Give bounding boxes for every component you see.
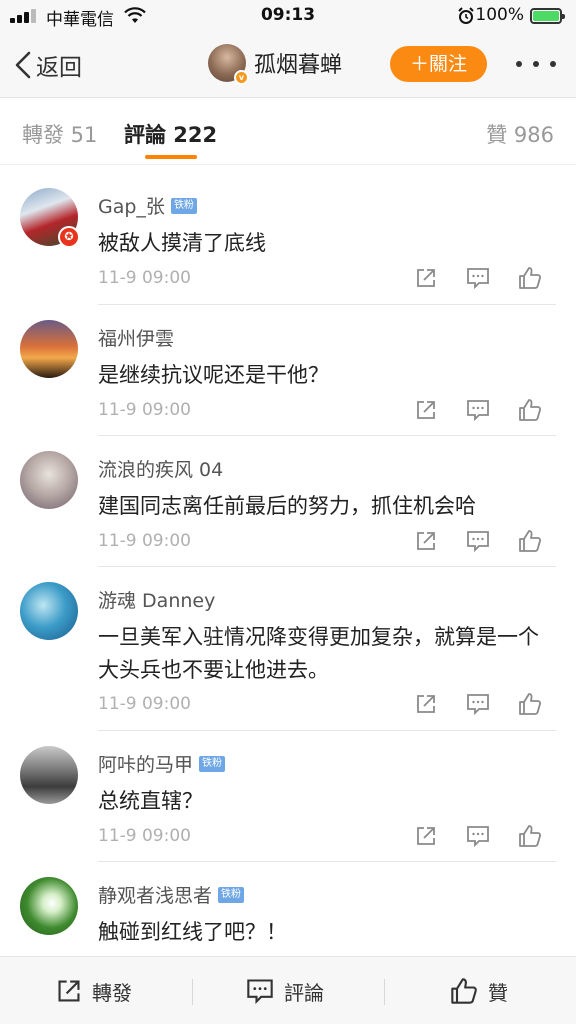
vip-icon: ✪ xyxy=(58,226,80,248)
like-icon[interactable] xyxy=(504,396,556,424)
comment-username[interactable]: 福州伊雲 xyxy=(98,324,174,351)
comment-username[interactable]: 阿咔的马甲 xyxy=(98,750,193,777)
back-label: 返回 xyxy=(36,55,82,81)
comment-button[interactable]: 評論 xyxy=(246,957,324,1025)
avatar[interactable] xyxy=(20,451,78,509)
avatar[interactable] xyxy=(20,877,78,935)
share-icon[interactable] xyxy=(400,690,452,718)
like-icon[interactable] xyxy=(504,690,556,718)
tab-likes[interactable]: 贊 986 xyxy=(486,119,554,149)
comment-username[interactable]: 游魂 Danney xyxy=(98,586,215,613)
comment-list: ✪ Gap_张 铁粉 被敌人摸清了底线 11-9 09:00 福州伊雲 是继续抗议… xyxy=(0,172,576,961)
like-icon xyxy=(451,978,477,1004)
fan-badge: 铁粉 xyxy=(170,197,197,214)
verified-icon: v xyxy=(234,70,249,85)
status-bar: 中華電信 09:13 100% xyxy=(0,0,576,32)
like-icon[interactable] xyxy=(504,264,556,292)
comment-text: 总统直辖？ xyxy=(98,789,203,813)
comment-text: 是继续抗议呢还是干他？ xyxy=(98,363,329,387)
tab-bar: 轉發 51 評論 222 贊 986 xyxy=(0,99,576,165)
comment-username[interactable]: 流浪的疾风 04 xyxy=(98,455,223,482)
alarm-icon xyxy=(458,7,474,24)
share-icon[interactable] xyxy=(400,527,452,555)
share-icon[interactable] xyxy=(400,396,452,424)
comment-username[interactable]: Gap_张 xyxy=(98,192,165,219)
more-options-button[interactable] xyxy=(516,52,556,76)
list-item: 静观者浅思者 铁粉 触碰到红线了吧？！ xyxy=(0,861,576,961)
comment-text: 建国同志离任前最后的努力，抓住机会哈 xyxy=(98,494,476,518)
comment-icon[interactable] xyxy=(452,527,504,555)
share-icon xyxy=(58,980,80,1002)
comment-icon[interactable] xyxy=(452,822,504,850)
comment-time: 11-9 09:00 xyxy=(98,400,191,420)
like-label: 贊 xyxy=(488,980,508,1005)
avatar[interactable]: v xyxy=(208,44,249,85)
comment-text: 被敌人摸清了底线 xyxy=(98,231,266,255)
comment-text: 触碰到红线了吧？！ xyxy=(98,920,287,944)
list-item: 游魂 Danney 一旦美军入驻情况降变得更加复杂，就算是一个大头兵也不要让他进… xyxy=(0,566,576,731)
avatar[interactable]: ✪ xyxy=(20,188,80,248)
battery-percent: 100% xyxy=(475,5,524,25)
list-item: 流浪的疾风 04 建国同志离任前最后的努力，抓住机会哈 11-9 09:00 xyxy=(0,435,576,567)
avatar[interactable] xyxy=(20,582,78,640)
nav-user[interactable]: v 孤烟暮蝉 xyxy=(208,44,343,85)
tab-comments[interactable]: 評論 222 xyxy=(124,119,217,149)
like-icon[interactable] xyxy=(504,822,556,850)
share-icon[interactable] xyxy=(400,822,452,850)
comment-label: 評論 xyxy=(284,980,324,1005)
list-item: ✪ Gap_张 铁粉 被敌人摸清了底线 11-9 09:00 xyxy=(0,172,576,305)
tab-indicator xyxy=(145,155,197,159)
repost-label: 轉發 xyxy=(92,980,132,1005)
like-button[interactable]: 贊 xyxy=(450,957,508,1025)
repost-button[interactable]: 轉發 xyxy=(56,957,132,1025)
like-icon[interactable] xyxy=(504,527,556,555)
comment-username[interactable]: 静观者浅思者 xyxy=(98,881,212,908)
back-button[interactable]: 返回 xyxy=(14,48,82,82)
comment-icon[interactable] xyxy=(452,396,504,424)
fan-badge: 铁粉 xyxy=(218,886,245,903)
comment-icon xyxy=(247,979,273,1004)
comment-time: 11-9 09:00 xyxy=(98,694,191,714)
comment-icon[interactable] xyxy=(452,264,504,292)
follow-button[interactable]: ＋關注 xyxy=(390,46,487,82)
fan-badge: 铁粉 xyxy=(199,755,226,772)
comment-time: 11-9 09:00 xyxy=(98,268,191,288)
comment-text: 一旦美军入驻情况降变得更加复杂，就算是一个大头兵也不要让他进去。 xyxy=(98,625,539,682)
avatar[interactable] xyxy=(20,746,78,804)
chevron-left-icon xyxy=(15,51,31,79)
share-icon[interactable] xyxy=(400,264,452,292)
battery-icon xyxy=(530,8,565,24)
list-item: 阿咔的马甲 铁粉 总统直辖？ 11-9 09:00 xyxy=(0,730,576,862)
avatar[interactable] xyxy=(20,320,78,378)
comment-icon[interactable] xyxy=(452,690,504,718)
nav-bar: 返回 v 孤烟暮蝉 ＋關注 xyxy=(0,32,576,98)
tab-reposts[interactable]: 轉發 51 xyxy=(22,119,97,149)
list-item: 福州伊雲 是继续抗议呢还是干他？ 11-9 09:00 xyxy=(0,304,576,436)
nav-username: 孤烟暮蝉 xyxy=(254,53,343,78)
bottom-action-bar: 轉發 評論 贊 xyxy=(0,956,576,1024)
comment-time: 11-9 09:00 xyxy=(98,826,191,846)
comment-time: 11-9 09:00 xyxy=(98,531,191,551)
